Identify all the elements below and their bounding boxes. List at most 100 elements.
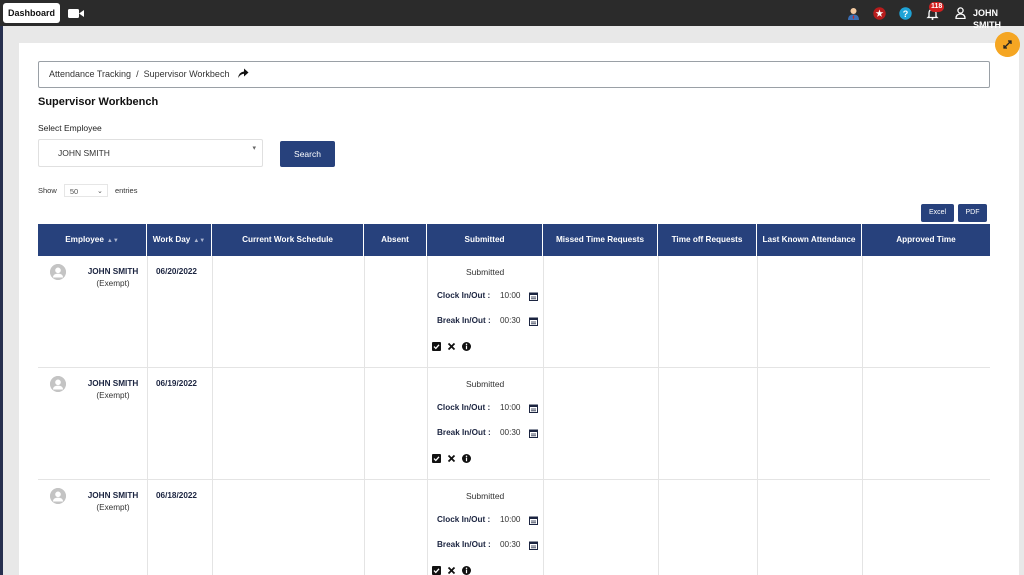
calendar-icon[interactable]	[529, 541, 538, 550]
avatar-icon	[50, 488, 66, 504]
clock-label: Clock In/Out :	[437, 403, 491, 412]
entries-select[interactable]: 50 ⌄	[63, 184, 108, 197]
break-value: 00:30	[500, 316, 521, 325]
clock-value: 10:00	[500, 515, 521, 524]
col-approved-time[interactable]: Approved Time	[862, 224, 990, 256]
submitted-status: Submitted	[466, 379, 505, 389]
info-icon[interactable]	[462, 566, 471, 575]
col-work-day[interactable]: Work Day ▲▼	[147, 224, 212, 256]
employee-name[interactable]: JOHN SMITH	[78, 379, 148, 388]
page-title: Supervisor Workbench	[38, 96, 159, 108]
col-employee-label: Employee	[65, 235, 104, 244]
calendar-icon[interactable]	[529, 404, 538, 413]
check-icon[interactable]	[432, 566, 441, 575]
work-day: 06/18/2022	[156, 491, 197, 500]
column-divider	[364, 480, 365, 575]
column-divider	[543, 368, 544, 479]
column-divider	[543, 256, 544, 367]
clock-label: Clock In/Out :	[437, 515, 491, 524]
share-arrow-icon[interactable]	[237, 67, 249, 79]
column-divider	[427, 368, 428, 479]
table-row: JOHN SMITH (Exempt) 06/19/2022 Submitted Clo…	[38, 368, 990, 480]
column-divider	[212, 480, 213, 575]
calendar-icon[interactable]	[529, 292, 538, 301]
column-divider	[757, 256, 758, 367]
table-row: JOHN SMITH (Exempt) 06/20/2022 Submitted Clo…	[38, 256, 990, 368]
employee-select[interactable]: JOHN SMITH ▾	[38, 139, 263, 167]
column-divider	[862, 368, 863, 479]
table-header: Employee ▲▼ Work Day ▲▼ Current Work Sched…	[38, 224, 990, 256]
user-tie-icon[interactable]	[847, 7, 860, 20]
select-employee-label: Select Employee	[38, 123, 102, 133]
caret-down-icon: ▾	[252, 145, 256, 152]
column-divider	[364, 256, 365, 367]
calendar-icon[interactable]	[529, 429, 538, 438]
submitted-status: Submitted	[466, 267, 505, 277]
search-button[interactable]: Search	[280, 141, 335, 167]
star-badge-icon[interactable]	[873, 7, 886, 20]
user-name-label[interactable]: JOHN SMITH	[973, 7, 1024, 31]
column-divider	[862, 256, 863, 367]
info-icon[interactable]	[462, 454, 471, 463]
check-icon[interactable]	[432, 342, 441, 351]
column-divider	[212, 256, 213, 367]
column-divider	[543, 480, 544, 575]
left-accent-bar	[0, 26, 3, 575]
break-label: Break In/Out :	[437, 316, 491, 325]
col-work-day-label: Work Day	[152, 235, 191, 244]
entries-label: entries	[114, 186, 138, 195]
col-last-known-attendance[interactable]: Last Known Attendance	[757, 224, 862, 256]
notification-badge: 118	[929, 2, 945, 12]
break-value: 00:30	[500, 428, 521, 437]
close-icon[interactable]	[447, 566, 456, 575]
column-divider	[212, 368, 213, 479]
pdf-button[interactable]: PDF	[958, 204, 987, 222]
work-day: 06/19/2022	[156, 379, 197, 388]
employee-name[interactable]: JOHN SMITH	[78, 491, 148, 500]
video-camera-icon[interactable]	[68, 8, 84, 19]
close-icon[interactable]	[447, 454, 456, 463]
excel-button[interactable]: Excel	[921, 204, 954, 222]
breadcrumb-item-supervisor-workbench: Supervisor Workbech	[143, 69, 230, 79]
avatar-icon	[50, 376, 66, 392]
work-day: 06/20/2022	[156, 267, 197, 276]
svg-text:?: ?	[903, 9, 909, 19]
employee-select-value: JOHN SMITH	[58, 148, 110, 158]
info-icon[interactable]	[462, 342, 471, 351]
top-navbar: Dashboard ? 118 JOHN SMITH	[0, 0, 1024, 30]
entries-control: Show 50 ⌄ entries	[38, 184, 137, 197]
column-divider	[427, 480, 428, 575]
col-time-off-requests[interactable]: Time off Requests	[658, 224, 757, 256]
submitted-status: Submitted	[466, 491, 505, 501]
col-absent[interactable]: Absent	[364, 224, 427, 256]
sort-icon: ▲▼	[193, 238, 206, 244]
break-label: Break In/Out :	[437, 428, 491, 437]
expand-icon[interactable]	[995, 32, 1020, 57]
show-label: Show	[38, 186, 57, 195]
column-divider	[757, 480, 758, 575]
avatar-icon	[50, 264, 66, 280]
clock-label: Clock In/Out :	[437, 291, 491, 300]
employee-name[interactable]: JOHN SMITH	[78, 267, 148, 276]
check-icon[interactable]	[432, 454, 441, 463]
calendar-icon[interactable]	[529, 516, 538, 525]
close-icon[interactable]	[447, 342, 456, 351]
clock-value: 10:00	[500, 403, 521, 412]
dashboard-button[interactable]: Dashboard	[3, 3, 61, 23]
col-employee[interactable]: Employee ▲▼	[38, 224, 147, 256]
breadcrumb-item-attendance-tracking[interactable]: Attendance Tracking	[49, 69, 131, 79]
breadcrumb: Attendance Tracking / Supervisor Workbech	[38, 61, 990, 88]
column-divider	[658, 256, 659, 367]
column-divider	[862, 480, 863, 575]
chevron-down-icon: ⌄	[96, 188, 103, 195]
employee-type: (Exempt)	[96, 503, 130, 512]
user-icon[interactable]	[955, 7, 966, 19]
calendar-icon[interactable]	[529, 317, 538, 326]
help-icon[interactable]: ?	[899, 7, 912, 20]
column-divider	[757, 368, 758, 479]
breadcrumb-separator: /	[136, 69, 139, 79]
entries-value: 50	[69, 187, 79, 196]
col-current-work-schedule[interactable]: Current Work Schedule	[212, 224, 364, 256]
col-submitted[interactable]: Submitted	[427, 224, 543, 256]
col-missed-time-requests[interactable]: Missed Time Requests	[543, 224, 658, 256]
